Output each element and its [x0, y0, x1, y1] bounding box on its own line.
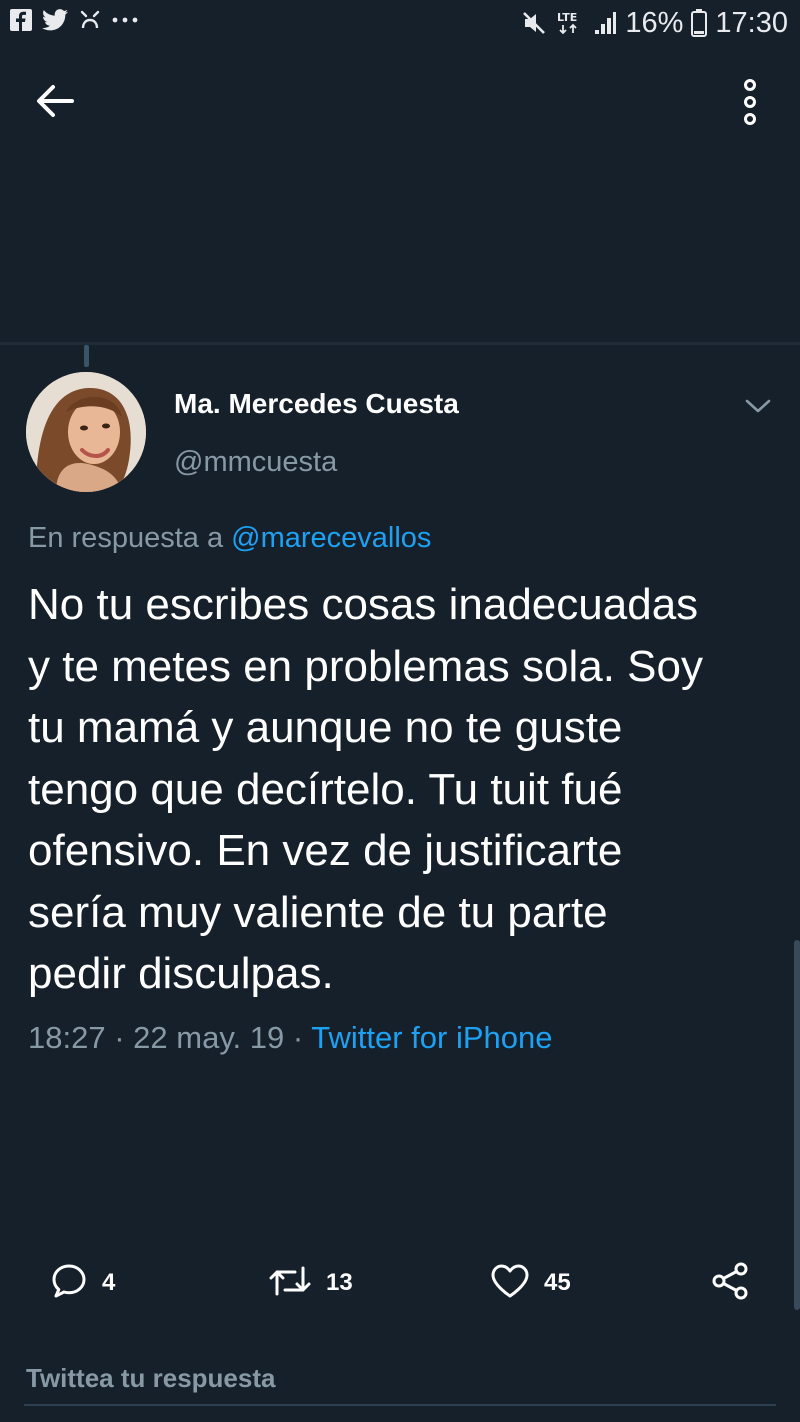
reply-icon: [50, 1262, 88, 1305]
tweet-text-line: y te metes en problemas sola. Soy: [28, 641, 703, 691]
battery-icon: [691, 9, 708, 37]
arrow-left-icon: [36, 84, 74, 123]
tweet-text-line: ofensivo. En vez de justificarte: [28, 826, 623, 875]
thread-connector: [84, 345, 89, 367]
status-bar: LTE 16% 17:30: [0, 0, 800, 50]
vertical-dots-icon: [741, 78, 759, 130]
reply-prefix: En respuesta a: [28, 522, 224, 554]
retweet-icon: [268, 1264, 312, 1303]
status-left: [10, 8, 138, 32]
mute-icon: [521, 10, 547, 36]
reply-button[interactable]: 4: [50, 1258, 115, 1308]
scrollbar[interactable]: [794, 940, 800, 1310]
svg-text:LTE: LTE: [557, 11, 577, 24]
reply-compose-area: [0, 1340, 800, 1411]
share-button[interactable]: [710, 1258, 750, 1308]
twitter-icon: [42, 9, 68, 31]
like-count: 45: [544, 1269, 571, 1296]
author-name[interactable]: Ma. Mercedes Cuesta: [174, 388, 459, 420]
heart-icon: [490, 1263, 530, 1304]
clock: 17:30: [715, 7, 788, 39]
battery-percent: 16%: [625, 7, 684, 39]
signal-icon: [593, 10, 617, 36]
tweet-text-line: No tu escribes cosas inadecuadas: [28, 580, 699, 629]
tweet-text-line: pedir disculpas.: [28, 949, 334, 998]
chevron-down-icon: [745, 398, 771, 419]
retweet-button[interactable]: 13: [268, 1258, 353, 1308]
more-dots-icon: [112, 15, 138, 25]
author-handle[interactable]: @mmcuesta: [174, 446, 337, 479]
meta-separator: ·: [292, 1020, 304, 1055]
status-right: LTE 16% 17:30: [521, 6, 788, 40]
tweet-text-line: tengo que decírtelo. Tu tuit fué: [28, 764, 623, 814]
share-icon: [710, 1261, 750, 1306]
reply-input[interactable]: [24, 1355, 768, 1401]
tweet-menu-button[interactable]: [740, 390, 776, 426]
notification-icon: [78, 8, 102, 32]
tweet-date: 22 may. 19: [133, 1020, 285, 1055]
bottom-divider: [24, 1404, 776, 1406]
tweet-text-line: sería muy valiente de tu parte: [28, 887, 608, 937]
facebook-icon: [10, 9, 32, 31]
avatar[interactable]: [26, 372, 146, 492]
reply-mention-link[interactable]: @marecevallos: [231, 522, 431, 554]
more-options-button[interactable]: [730, 74, 770, 134]
like-button[interactable]: 45: [490, 1258, 571, 1308]
tweet-metadata: 18:27 · 22 may. 19 · Twitter for iPhone: [28, 1020, 552, 1056]
tweet-text: No tu escribes cosas inadecuadas y te me…: [28, 574, 788, 1005]
tweet-time: 18:27: [28, 1020, 106, 1055]
lte-icon: LTE: [555, 8, 585, 38]
retweet-count: 13: [326, 1269, 353, 1296]
header-divider: [0, 342, 800, 345]
meta-separator: ·: [114, 1020, 125, 1055]
action-bar: 4 13 45: [0, 1258, 800, 1308]
top-bar: [0, 60, 800, 140]
back-button[interactable]: [30, 78, 80, 128]
tweet-source-link[interactable]: Twitter for iPhone: [311, 1020, 552, 1055]
tweet-text-line: tu mamá y aunque no te guste: [28, 703, 623, 752]
reply-context: En respuesta a @marecevallos: [28, 522, 431, 555]
reply-count: 4: [102, 1269, 116, 1296]
